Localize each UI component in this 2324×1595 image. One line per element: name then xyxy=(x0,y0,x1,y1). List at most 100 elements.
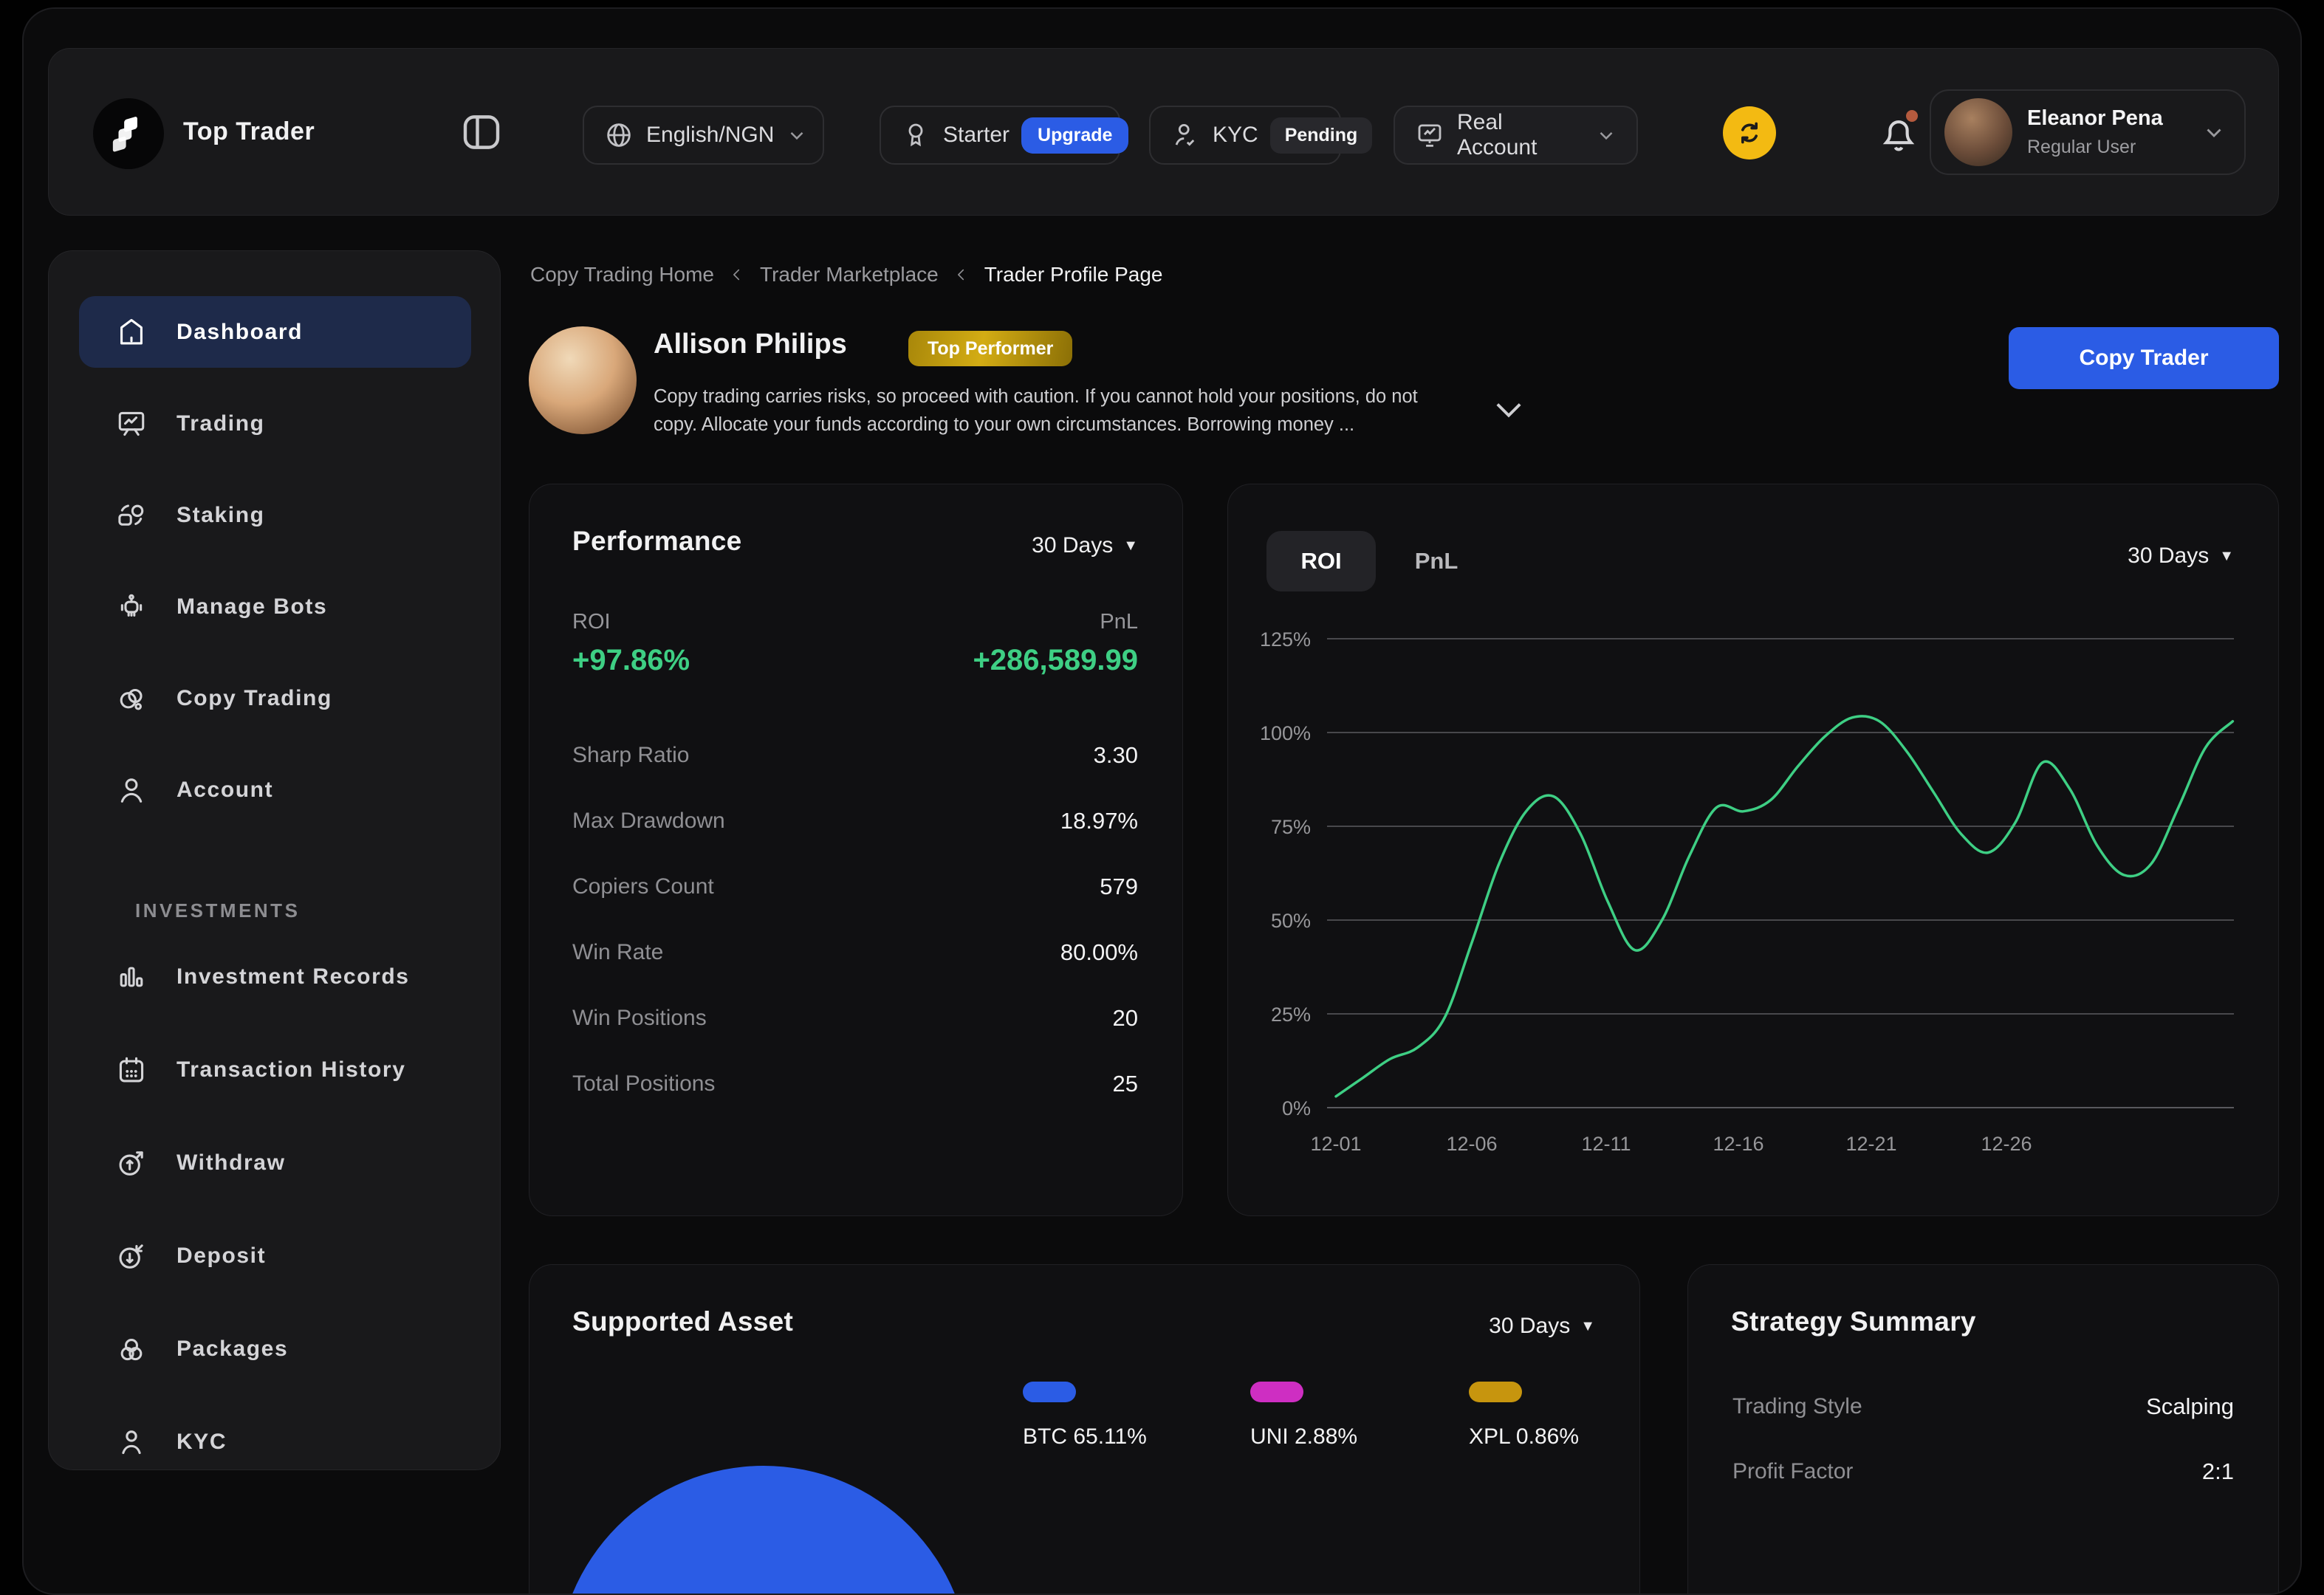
svg-text:75%: 75% xyxy=(1271,816,1311,838)
performance-period-dropdown[interactable]: 30 Days▼ xyxy=(1032,533,1138,558)
medal-icon xyxy=(900,120,931,151)
stat-value: 579 xyxy=(1100,874,1138,900)
user-menu[interactable]: Eleanor Pena Regular User xyxy=(1930,89,2246,175)
kyc-status-badge: Pending xyxy=(1270,117,1373,154)
breadcrumb: Copy Trading HomeTrader MarketplaceTrade… xyxy=(530,263,1162,287)
stat-row: Trading StyleScalping xyxy=(1732,1374,2234,1439)
sidebar-item-account[interactable]: Account xyxy=(79,754,471,826)
notifications-bell[interactable] xyxy=(1876,109,1922,157)
staking-icon xyxy=(114,498,148,532)
convert-button[interactable] xyxy=(1723,106,1776,160)
caret-down-icon: ▼ xyxy=(1123,538,1138,555)
performance-title: Performance xyxy=(572,526,742,557)
pnl-label: PnL xyxy=(1100,610,1138,634)
svg-text:12-26: 12-26 xyxy=(1981,1133,2032,1155)
svg-text:12-21: 12-21 xyxy=(1845,1133,1896,1155)
sidebar-item-withdraw[interactable]: Withdraw xyxy=(79,1127,471,1198)
packages-icon xyxy=(114,1332,148,1366)
stat-row: Max Drawdown18.97% xyxy=(572,788,1138,854)
top-bar: Top Trader English/NGN Starter Upgrade xyxy=(48,48,2279,216)
stat-value: 3.30 xyxy=(1094,742,1138,769)
sidebar-item-kyc[interactable]: KYC xyxy=(79,1406,471,1470)
convert-icon xyxy=(1735,118,1764,148)
sidebar-item-investment-records[interactable]: Investment Records xyxy=(79,941,471,1012)
sidebar-item-label: Deposit xyxy=(176,1244,266,1269)
legend-item-btc: BTC 65.11% xyxy=(1023,1382,1147,1450)
stat-label: Total Positions xyxy=(572,1071,715,1097)
svg-text:12-01: 12-01 xyxy=(1310,1133,1361,1155)
plan-pill[interactable]: Starter Upgrade xyxy=(880,106,1120,165)
stat-label: Copiers Count xyxy=(572,874,714,899)
logo-icon xyxy=(109,114,148,154)
kyc-icon xyxy=(114,1425,148,1459)
roi-label: ROI xyxy=(572,610,611,634)
sidebar-item-label: Trading xyxy=(176,411,265,436)
sidebar: Dashboard Trading Staking Manage Bots Copy T… xyxy=(48,250,501,1470)
user-avatar xyxy=(1944,98,2012,166)
copy-trading-icon xyxy=(114,682,148,716)
home-icon xyxy=(114,315,148,349)
roi-chart-card: ROI PnL 30 Days▼ 0%25%50%75%100%125%12-0… xyxy=(1227,484,2279,1216)
sidebar-item-label: KYC xyxy=(176,1430,227,1455)
sidebar-item-label: Staking xyxy=(176,503,265,528)
records-icon xyxy=(114,960,148,994)
stat-row: Total Positions25 xyxy=(572,1051,1138,1116)
app-frame: Top Trader English/NGN Starter Upgrade xyxy=(22,7,2302,1595)
sidebar-item-label: Transaction History xyxy=(176,1057,405,1083)
stat-value: 20 xyxy=(1113,1005,1138,1032)
asset-period-dropdown[interactable]: 30 Days▼ xyxy=(1489,1314,1595,1339)
withdraw-icon xyxy=(114,1146,148,1180)
stat-value: 2:1 xyxy=(2202,1458,2234,1485)
user-name: Eleanor Pena xyxy=(2027,106,2187,131)
svg-text:12-16: 12-16 xyxy=(1713,1133,1763,1155)
calendar-icon xyxy=(114,1053,148,1087)
caret-down-icon: ▼ xyxy=(1580,1318,1595,1335)
plan-label: Starter xyxy=(943,123,1010,148)
roi-line-chart: 0%25%50%75%100%125%12-0112-0612-1112-161… xyxy=(1228,484,2279,1216)
trader-disclaimer: Copy trading carries risks, so proceed w… xyxy=(654,383,1459,439)
sidebar-item-packages[interactable]: Packages xyxy=(79,1313,471,1385)
top-performer-badge: Top Performer xyxy=(908,331,1072,366)
copy-trader-button[interactable]: Copy Trader xyxy=(2009,327,2279,389)
sidebar-item-dashboard[interactable]: Dashboard xyxy=(79,296,471,368)
sidebar-item-label: Manage Bots xyxy=(176,594,327,620)
stat-row: Copiers Count 579 xyxy=(572,854,1138,919)
user-check-icon xyxy=(1170,120,1201,151)
sidebar-item-label: Packages xyxy=(176,1337,288,1362)
legend-swatch xyxy=(1250,1382,1303,1402)
app-title: Top Trader xyxy=(183,117,315,146)
sidebar-item-manage-bots[interactable]: Manage Bots xyxy=(79,571,471,642)
performance-card: Performance 30 Days▼ ROI PnL +97.86% +28… xyxy=(529,484,1183,1216)
pnl-value: +286,589.99 xyxy=(973,644,1138,677)
stat-row: Win Rate80.00% xyxy=(572,919,1138,985)
sidebar-toggle-icon[interactable] xyxy=(457,108,506,157)
sidebar-item-trading[interactable]: Trading xyxy=(79,388,471,459)
expand-disclaimer-icon[interactable] xyxy=(1490,390,1528,428)
kyc-pill[interactable]: KYC Pending xyxy=(1149,106,1341,165)
stat-row: Profit Factor2:1 xyxy=(1732,1439,2234,1504)
sidebar-item-staking[interactable]: Staking xyxy=(79,479,471,551)
language-selector[interactable]: English/NGN xyxy=(583,106,824,165)
sidebar-item-transaction-history[interactable]: Transaction History xyxy=(79,1034,471,1105)
stat-row: Win Positions20 xyxy=(572,985,1138,1051)
asset-pie-chart xyxy=(557,1466,970,1595)
trader-name: Allison Philips xyxy=(654,329,847,360)
svg-text:12-06: 12-06 xyxy=(1446,1133,1497,1155)
language-label: English/NGN xyxy=(646,123,774,148)
app-logo xyxy=(93,98,164,169)
svg-text:100%: 100% xyxy=(1260,722,1311,744)
breadcrumb-item[interactable]: Copy Trading Home xyxy=(530,263,714,287)
globe-icon xyxy=(603,120,634,151)
sidebar-item-label: Account xyxy=(176,778,273,803)
upgrade-button[interactable]: Upgrade xyxy=(1021,117,1128,154)
stat-value: 18.97% xyxy=(1060,808,1138,834)
sidebar-item-copy-trading[interactable]: Copy Trading xyxy=(79,662,471,734)
strategy-title: Strategy Summary xyxy=(1731,1306,1976,1337)
svg-text:125%: 125% xyxy=(1260,628,1311,651)
user-role: Regular User xyxy=(2027,137,2187,158)
breadcrumb-item[interactable]: Trader Marketplace xyxy=(760,263,939,287)
sidebar-section-investments: INVESTMENTS xyxy=(135,899,300,922)
account-type-selector[interactable]: Real Account xyxy=(1394,106,1638,165)
strategy-summary-card: Strategy Summary Trading StyleScalpingPr… xyxy=(1687,1264,2279,1595)
sidebar-item-deposit[interactable]: Deposit xyxy=(79,1220,471,1292)
